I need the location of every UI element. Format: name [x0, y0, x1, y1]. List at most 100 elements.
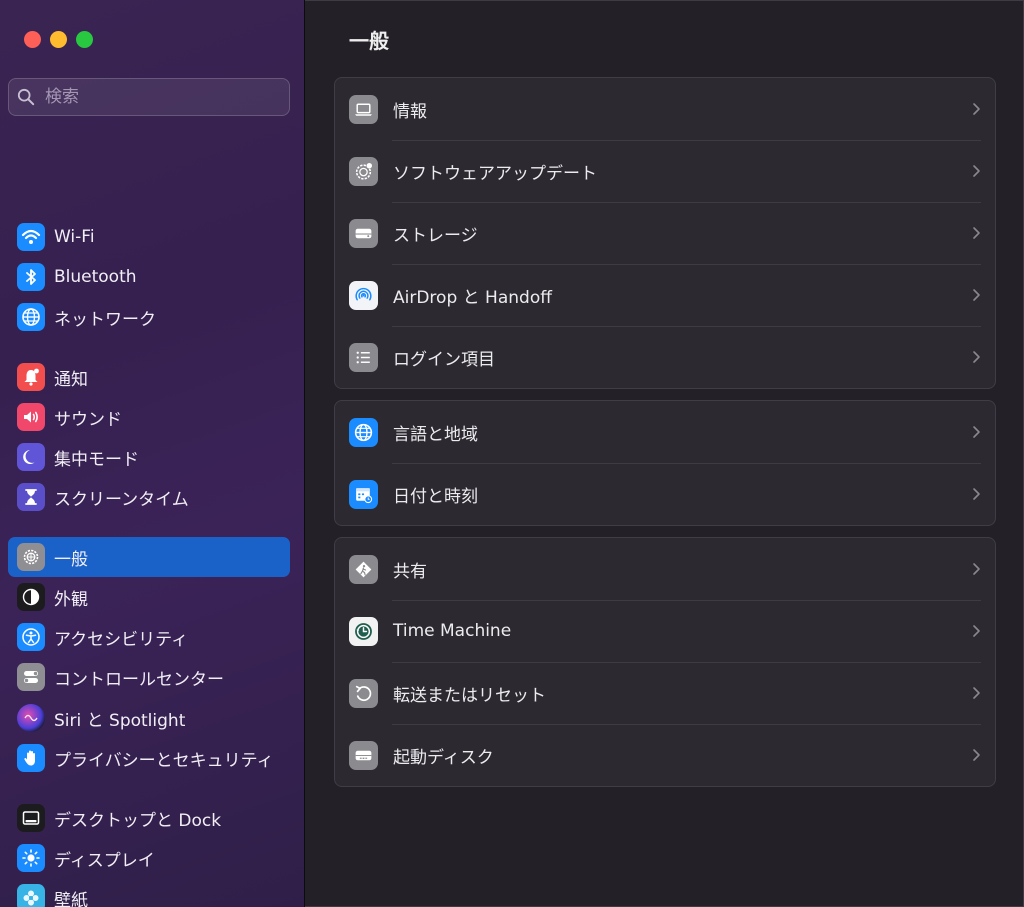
bell-icon — [17, 363, 45, 391]
wifi-icon — [17, 223, 45, 251]
flower-icon — [17, 884, 45, 907]
row-software-update[interactable]: ソフトウェアアップデート — [335, 140, 995, 202]
row-label: ストレージ — [393, 225, 478, 246]
row-transfer-reset[interactable]: 転送またはリセット — [335, 662, 995, 724]
sidebar-item-label: アクセシビリティ — [54, 629, 189, 650]
sidebar-item-sound[interactable]: サウンド — [8, 397, 290, 437]
row-airdrop-handoff[interactable]: AirDrop と Handoff — [335, 264, 995, 326]
sidebar-item-control-center[interactable]: コントロールセンター — [8, 657, 290, 697]
sidebar-item-label: Wi-Fi — [54, 227, 95, 247]
sidebar-item-accessibility[interactable]: アクセシビリティ — [8, 617, 290, 657]
chevron-right-icon — [973, 165, 980, 177]
time-machine-icon — [349, 616, 378, 646]
page-title: 一般 — [349, 29, 389, 53]
settings-group-locale: 言語と地域 日付と時刻 — [334, 400, 996, 526]
sidebar-item-label: 外観 — [54, 589, 88, 610]
chevron-right-icon — [973, 687, 980, 699]
sidebar-item-general[interactable]: 一般 — [8, 537, 290, 577]
reset-icon — [349, 678, 378, 708]
sidebar-item-label: プライバシーとセキュリティ — [54, 750, 274, 771]
sidebar-item-label: 集中モード — [54, 449, 139, 470]
sidebar-item-network[interactable]: ネットワーク — [8, 297, 290, 337]
minimize-window-button[interactable] — [50, 31, 67, 48]
search-field[interactable] — [8, 78, 290, 116]
sidebar-item-label: ネットワーク — [54, 309, 156, 330]
sidebar-item-wifi[interactable]: Wi-Fi — [8, 217, 290, 257]
row-time-machine[interactable]: Time Machine — [335, 600, 995, 662]
main-pane: 一般 情報 ソフトウェアアップデート ストレージ AirDrop と Hando… — [305, 0, 1024, 907]
row-label: AirDrop と Handoff — [393, 287, 552, 308]
row-login-items[interactable]: ログイン項目 — [335, 326, 995, 388]
search-icon — [17, 88, 35, 106]
row-label: Time Machine — [393, 621, 512, 641]
chevron-right-icon — [973, 749, 980, 761]
sidebar-item-label: デスクトップと Dock — [54, 810, 222, 831]
drive-icon — [349, 218, 378, 248]
sidebar-item-label: ディスプレイ — [54, 850, 155, 871]
row-date-time[interactable]: 日付と時刻 — [335, 463, 995, 525]
sidebar: Wi-Fi Bluetooth ネットワーク 通知 — [0, 0, 305, 907]
row-label: 共有 — [393, 561, 427, 582]
row-label: 言語と地域 — [393, 424, 478, 445]
row-label: 情報 — [393, 101, 427, 122]
sidebar-item-privacy-security[interactable]: プライバシーとセキュリティ — [8, 738, 290, 778]
hourglass-icon — [17, 483, 45, 511]
calendar-clock-icon — [349, 479, 378, 509]
chevron-right-icon — [973, 103, 980, 115]
row-label: 日付と時刻 — [393, 486, 478, 507]
accessibility-icon — [17, 623, 45, 651]
sidebar-item-displays[interactable]: ディスプレイ — [8, 838, 290, 878]
close-window-button[interactable] — [24, 31, 41, 48]
sidebar-item-screen-time[interactable]: スクリーンタイム — [8, 477, 290, 517]
dock-icon — [17, 804, 45, 832]
row-startup-disk[interactable]: 起動ディスク — [335, 724, 995, 786]
sidebar-item-label: Bluetooth — [54, 267, 137, 287]
chevron-right-icon — [973, 625, 980, 637]
gear-badge-icon — [349, 156, 378, 186]
sidebar-item-label: 壁紙 — [54, 890, 88, 907]
chevron-right-icon — [973, 227, 980, 239]
search-input[interactable] — [43, 86, 267, 108]
sidebar-item-label: 通知 — [54, 369, 88, 390]
sidebar-item-focus[interactable]: 集中モード — [8, 437, 290, 477]
list-icon — [349, 342, 378, 372]
siri-icon — [17, 704, 45, 732]
sidebar-item-bluetooth[interactable]: Bluetooth — [8, 257, 290, 297]
row-sharing[interactable]: 共有 — [335, 538, 995, 600]
airdrop-icon — [349, 280, 378, 310]
row-storage[interactable]: ストレージ — [335, 202, 995, 264]
appearance-icon — [17, 583, 45, 611]
sun-icon — [17, 844, 45, 872]
settings-group-system: 情報 ソフトウェアアップデート ストレージ AirDrop と Handoff … — [334, 77, 996, 389]
sidebar-item-label: スクリーンタイム — [54, 489, 189, 510]
sidebar-item-label: Siri と Spotlight — [54, 710, 186, 731]
sidebar-item-wallpaper[interactable]: 壁紙 — [8, 878, 290, 907]
sidebar-item-notifications[interactable]: 通知 — [8, 357, 290, 397]
chevron-right-icon — [973, 426, 980, 438]
sidebar-item-label: サウンド — [54, 409, 122, 430]
globe-icon — [17, 303, 45, 331]
bluetooth-icon — [17, 263, 45, 291]
sidebar-item-siri-spotlight[interactable]: Siri と Spotlight — [8, 698, 290, 738]
sharing-icon — [349, 554, 378, 584]
sidebar-item-desktop-dock[interactable]: デスクトップと Dock — [8, 798, 290, 838]
speaker-icon — [17, 403, 45, 431]
row-label: 転送またはリセット — [393, 685, 546, 706]
settings-group-maintenance: 共有 Time Machine 転送またはリセット 起動ディスク — [334, 537, 996, 787]
row-label: 起動ディスク — [393, 747, 494, 768]
chevron-right-icon — [973, 563, 980, 575]
laptop-icon — [349, 94, 378, 124]
settings-window: Wi-Fi Bluetooth ネットワーク 通知 — [0, 0, 1024, 907]
sidebar-item-appearance[interactable]: 外観 — [8, 577, 290, 617]
row-language-region[interactable]: 言語と地域 — [335, 401, 995, 463]
sidebar-item-label: 一般 — [54, 549, 88, 570]
zoom-window-button[interactable] — [76, 31, 93, 48]
control-center-icon — [17, 663, 45, 691]
hand-icon — [17, 744, 45, 772]
gear-icon — [17, 543, 45, 571]
chevron-right-icon — [973, 488, 980, 500]
globe-icon — [349, 417, 378, 447]
chevron-right-icon — [973, 289, 980, 301]
row-about[interactable]: 情報 — [335, 78, 995, 140]
chevron-right-icon — [973, 351, 980, 363]
